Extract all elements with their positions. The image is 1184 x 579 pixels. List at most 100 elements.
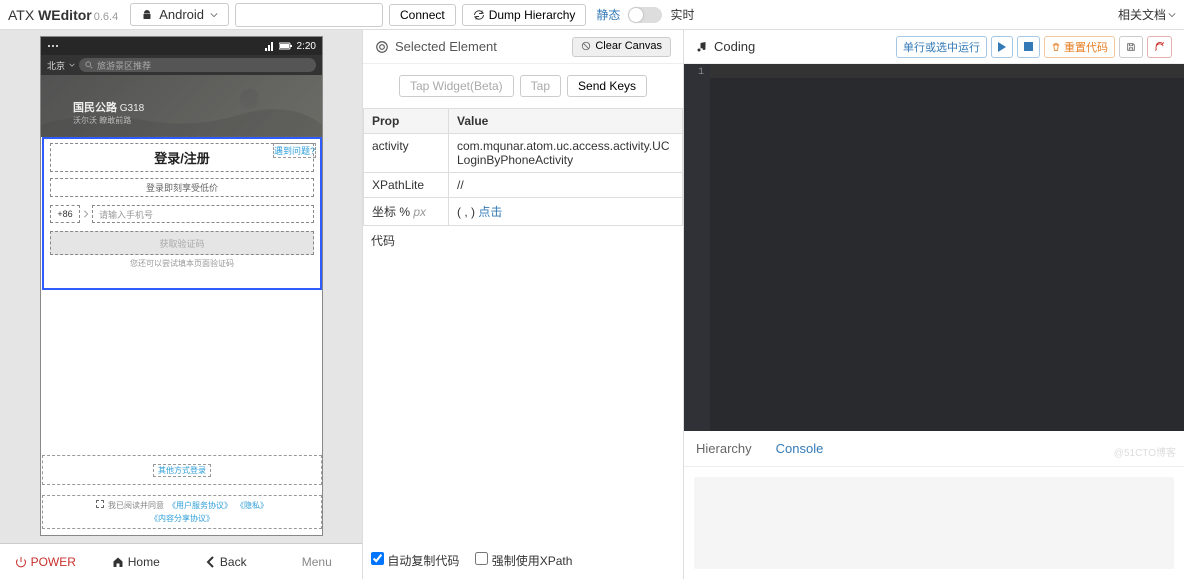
android-icon bbox=[141, 9, 153, 21]
platform-dropdown[interactable]: Android bbox=[130, 3, 229, 26]
brand-prefix: ATX bbox=[8, 7, 38, 23]
dialog-hint: 您还可以尝试填本页面验证码 bbox=[50, 258, 314, 269]
menu-dots-icon bbox=[47, 42, 59, 50]
chevron-down-icon bbox=[1168, 11, 1176, 19]
other-login-link[interactable]: 其他方式登录 bbox=[153, 464, 211, 477]
prop-coord: 坐标 % px bbox=[364, 198, 449, 226]
hero-banner: 国民公路 G318 沃尔沃 瞭敢前路 bbox=[41, 75, 322, 137]
main-columns: 2:20 北京 旅游景区推荐 国民公路 G318 沃尔沃 瞭敢前路 bbox=[0, 30, 1184, 579]
hero-subtitle: 沃尔沃 瞭敢前路 bbox=[73, 115, 131, 126]
other-login-row: 其他方式登录 bbox=[42, 455, 322, 485]
mode-toggle: 静态 实时 bbox=[596, 6, 694, 23]
tap-widget-button[interactable]: Tap Widget(Beta) bbox=[399, 75, 514, 97]
play-icon bbox=[998, 42, 1006, 52]
dialog-subtitle: 登录即刻享受低价 bbox=[50, 178, 314, 197]
trash-icon bbox=[1051, 42, 1061, 52]
app-topbar: 北京 旅游景区推荐 bbox=[41, 55, 322, 75]
back-label: Back bbox=[220, 555, 247, 569]
coding-column: Coding 单行或选中运行 重置代码 bbox=[684, 30, 1184, 579]
coding-header: Coding 单行或选中运行 重置代码 bbox=[684, 30, 1184, 64]
agree-link-3[interactable]: 《内容分享协议》 bbox=[150, 513, 214, 524]
connect-button[interactable]: Connect bbox=[389, 4, 456, 26]
agree-link-2[interactable]: 《隐私》 bbox=[236, 500, 268, 511]
console-output bbox=[694, 477, 1174, 569]
code-editor[interactable]: 1 bbox=[684, 64, 1184, 431]
dump-hierarchy-button[interactable]: Dump Hierarchy bbox=[462, 4, 587, 26]
docs-link[interactable]: 相关文档 bbox=[1118, 6, 1176, 23]
chevron-left-icon bbox=[206, 556, 216, 568]
refresh-code-button[interactable] bbox=[1147, 36, 1172, 58]
val-coord: ( , ) 点击 bbox=[449, 198, 683, 226]
props-table: Prop Value activity com.mqunar.atom.uc.a… bbox=[363, 108, 683, 226]
brand: ATX WEditor0.6.4 bbox=[8, 7, 118, 23]
save-button[interactable] bbox=[1119, 36, 1143, 58]
agreement-row: 我已阅读并同意 《用户服务协议》 《隐私》 《内容分享协议》 bbox=[42, 495, 322, 529]
phone-number-field[interactable]: 请输入手机号 bbox=[92, 205, 314, 223]
country-code[interactable]: +86 bbox=[50, 205, 80, 223]
agree-checkbox[interactable] bbox=[96, 500, 104, 508]
stop-button[interactable] bbox=[1017, 36, 1040, 58]
device-column: 2:20 北京 旅游景区推荐 国民公路 G318 沃尔沃 瞭敢前路 bbox=[0, 30, 362, 579]
back-button[interactable]: Back bbox=[181, 544, 272, 579]
power-button[interactable]: POWER bbox=[0, 544, 91, 579]
app-header: ATX WEditor0.6.4 Android Connect Dump Hi… bbox=[0, 0, 1184, 30]
app-search[interactable]: 旅游景区推荐 bbox=[79, 58, 316, 72]
serial-input[interactable] bbox=[235, 3, 383, 27]
target-icon bbox=[375, 40, 389, 54]
menu-button[interactable]: Menu bbox=[272, 544, 363, 579]
selected-element-title: Selected Element bbox=[395, 39, 497, 54]
refresh-icon bbox=[473, 9, 485, 21]
editor-gutter: 1 bbox=[684, 64, 710, 431]
agree-text: 我已阅读并同意 bbox=[108, 500, 164, 511]
val-xpathlite: // bbox=[449, 173, 683, 198]
refresh-red-icon bbox=[1154, 41, 1165, 52]
tab-hierarchy[interactable]: Hierarchy bbox=[696, 433, 752, 464]
tab-console[interactable]: Console bbox=[776, 433, 824, 464]
battery-icon bbox=[279, 42, 293, 50]
get-code-button[interactable]: 获取验证码 bbox=[50, 231, 314, 255]
caret-down-icon bbox=[210, 11, 218, 19]
output-tabs: Hierarchy Console bbox=[684, 431, 1184, 467]
clear-canvas-button[interactable]: Clear Canvas bbox=[572, 37, 671, 57]
live-label: 实时 bbox=[670, 6, 694, 23]
login-dialog-selected[interactable]: 遇到问题? 登录/注册 登录即刻享受低价 +86 请输入手机号 获取验证码 您还… bbox=[42, 137, 322, 290]
console-panel bbox=[684, 467, 1184, 579]
run-button[interactable] bbox=[991, 36, 1013, 58]
selected-element-header: Selected Element Clear Canvas bbox=[363, 30, 683, 64]
device-controls: POWER Home Back Menu bbox=[0, 543, 362, 579]
code-label: 代码 bbox=[363, 226, 683, 255]
col-value: Value bbox=[449, 109, 683, 134]
power-icon bbox=[15, 556, 27, 568]
agree-link-1[interactable]: 《用户服务协议》 bbox=[168, 500, 232, 511]
action-buttons: Tap Widget(Beta) Tap Send Keys bbox=[363, 64, 683, 108]
docs-label: 相关文档 bbox=[1118, 6, 1166, 23]
power-label: POWER bbox=[31, 555, 76, 569]
home-label: Home bbox=[128, 555, 160, 569]
coord-click-link[interactable]: 点击 bbox=[478, 205, 502, 219]
menu-label: Menu bbox=[302, 555, 332, 569]
stop-icon bbox=[1024, 42, 1033, 51]
run-controls: 单行或选中运行 重置代码 bbox=[896, 36, 1172, 58]
city-caret-icon bbox=[69, 62, 75, 68]
run-selected-button[interactable]: 单行或选中运行 bbox=[896, 36, 987, 58]
music-note-icon bbox=[696, 41, 708, 53]
dump-label: Dump Hierarchy bbox=[489, 8, 576, 22]
platform-label: Android bbox=[159, 7, 204, 22]
reset-code-button[interactable]: 重置代码 bbox=[1044, 36, 1115, 58]
tap-button[interactable]: Tap bbox=[520, 75, 561, 97]
signal-icon bbox=[265, 41, 275, 51]
phone-frame: 2:20 北京 旅游景区推荐 国民公路 G318 沃尔沃 瞭敢前路 bbox=[40, 36, 323, 536]
send-keys-button[interactable]: Send Keys bbox=[567, 75, 647, 97]
coding-title: Coding bbox=[714, 39, 755, 54]
hero-title: 国民公路 G318 bbox=[73, 99, 144, 115]
force-xpath-checkbox[interactable]: 强制使用XPath bbox=[475, 552, 572, 569]
home-icon bbox=[112, 556, 124, 568]
prop-activity: activity bbox=[364, 134, 449, 173]
save-icon bbox=[1126, 42, 1136, 52]
table-row: XPathLite // bbox=[364, 173, 683, 198]
auto-copy-checkbox[interactable]: 自动复制代码 bbox=[371, 552, 459, 569]
home-button[interactable]: Home bbox=[91, 544, 182, 579]
prop-xpathlite: XPathLite bbox=[364, 173, 449, 198]
issue-link[interactable]: 遇到问题? bbox=[273, 143, 316, 158]
toggle-switch[interactable] bbox=[628, 7, 662, 23]
